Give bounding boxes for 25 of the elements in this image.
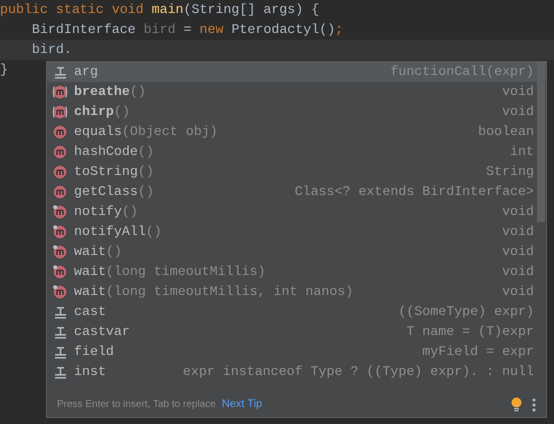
template-icon — [54, 306, 66, 318]
final-method-icon — [52, 205, 68, 219]
template-icon — [54, 326, 66, 338]
hint-text: Press Enter to insert, Tab to replace — [57, 398, 216, 412]
method-icon — [52, 165, 68, 179]
code-line: public static void main(String[] args) { — [0, 1, 320, 19]
final-method-icon — [52, 245, 68, 259]
lightbulb-icon[interactable] — [511, 397, 522, 412]
template-icon — [54, 66, 66, 78]
method-icon — [52, 125, 68, 139]
abstract-method-icon — [52, 85, 68, 99]
code-line: BirdInterface bird = new Pterodactyl(); — [30, 21, 344, 39]
abstract-method-icon — [52, 105, 68, 119]
template-icon — [54, 346, 66, 358]
code-line: } — [0, 61, 8, 79]
more-icon[interactable] — [532, 398, 536, 412]
final-method-icon — [52, 225, 68, 239]
scrollbar[interactable] — [537, 62, 545, 222]
final-method-icon — [52, 265, 68, 279]
next-tip-link[interactable]: Next Tip — [222, 396, 262, 413]
method-icon — [52, 145, 68, 159]
template-icon — [54, 366, 66, 378]
completion-item[interactable]: arg functionCall(expr) — [47, 62, 546, 82]
method-icon — [52, 185, 68, 199]
final-method-icon — [52, 285, 68, 299]
